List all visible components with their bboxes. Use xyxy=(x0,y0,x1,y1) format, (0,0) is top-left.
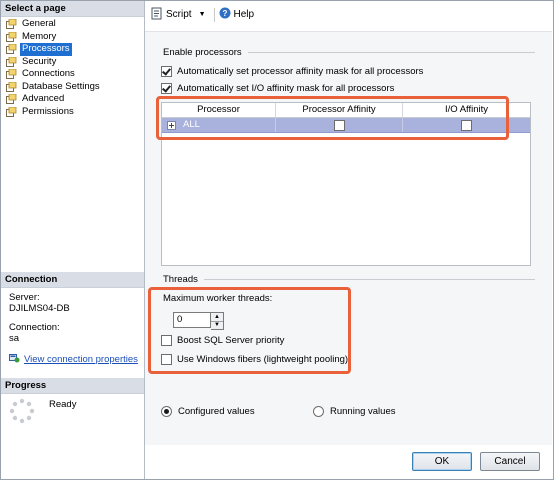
ok-button[interactable]: OK xyxy=(412,452,472,471)
page-icon xyxy=(6,44,17,55)
page-icon xyxy=(6,106,17,117)
enable-processors-title: Enable processors xyxy=(163,47,242,58)
help-icon: ? xyxy=(219,7,231,22)
toolbar: Script ▼ ? Help xyxy=(145,1,553,28)
auto-io-affinity-row[interactable]: Automatically set I/O affinity mask for … xyxy=(161,83,394,94)
page-icon xyxy=(6,19,17,30)
threads-highlight-box xyxy=(148,287,351,374)
connection-header: Connection xyxy=(1,272,144,288)
running-values-label: Running values xyxy=(330,406,396,417)
auto-io-affinity-label: Automatically set I/O affinity mask for … xyxy=(177,83,395,94)
threads-title: Threads xyxy=(163,274,198,285)
progress-header: Progress xyxy=(1,378,144,394)
running-values-radio[interactable] xyxy=(313,406,324,417)
configured-values-option[interactable]: Configured values xyxy=(161,406,255,417)
sidebar-item-label: Advanced xyxy=(22,93,65,104)
page-icon xyxy=(6,56,17,67)
script-icon xyxy=(150,7,163,23)
sidebar-item-label: Processors xyxy=(20,43,72,56)
script-button[interactable]: Script ▼ xyxy=(150,7,206,23)
configured-values-label: Configured values xyxy=(178,406,255,417)
dialog-footer: OK Cancel xyxy=(145,445,552,479)
page-icon xyxy=(6,81,17,92)
connection-info: Server: DJILMS04-DB Connection: sa View … xyxy=(9,292,143,366)
sidebar-item-label: Security xyxy=(22,55,57,67)
page-icon xyxy=(6,94,17,105)
configured-values-radio[interactable] xyxy=(161,406,172,417)
grid-highlight-box xyxy=(156,96,509,140)
auto-processor-affinity-checkbox[interactable] xyxy=(161,66,172,77)
right-pane: Script ▼ ? Help Enable processors Automa… xyxy=(145,1,553,479)
toolbar-divider xyxy=(213,7,215,22)
sidebar-item-processors[interactable]: Processors xyxy=(6,43,144,56)
sidebar-item-label: Permissions xyxy=(22,105,74,117)
sidebar-item-permissions[interactable]: Permissions xyxy=(6,106,144,119)
sidebar-item-security[interactable]: Security xyxy=(6,56,144,69)
page-icon xyxy=(6,31,17,42)
cancel-button[interactable]: Cancel xyxy=(480,452,540,471)
page-icon xyxy=(6,69,17,80)
help-button[interactable]: ? Help xyxy=(219,7,255,22)
svg-text:?: ? xyxy=(222,9,227,18)
server-properties-window: Select a page General Memory Processors Sec… xyxy=(0,0,554,480)
sidebar-item-label: Memory xyxy=(22,30,57,42)
sidebar-item-database-settings[interactable]: Database Settings xyxy=(6,81,144,94)
progress-status: Ready xyxy=(49,399,77,410)
sidebar-item-label: General xyxy=(22,18,56,29)
select-page-header: Select a page xyxy=(1,1,144,17)
view-connection-properties-link[interactable]: View connection properties xyxy=(24,354,138,365)
left-pane: Select a page General Memory Processors Sec… xyxy=(1,1,145,479)
threads-group: Threads xyxy=(163,274,535,285)
server-value: DJILMS04-DB xyxy=(9,303,70,314)
connection-value: sa xyxy=(9,333,20,344)
sidebar-item-connections[interactable]: Connections xyxy=(6,68,144,81)
sidebar-item-label: Connections xyxy=(22,68,75,79)
auto-io-affinity-checkbox[interactable] xyxy=(161,83,172,94)
server-label: Server: xyxy=(9,292,40,303)
script-label: Script xyxy=(166,9,192,20)
view-connection-properties-row[interactable]: View connection properties xyxy=(9,353,143,366)
auto-processor-affinity-label: Automatically set processor affinity mas… xyxy=(177,66,424,77)
connection-properties-icon xyxy=(9,353,20,366)
progress-info: Ready xyxy=(9,398,76,424)
enable-processors-group: Enable processors xyxy=(163,47,535,58)
script-dropdown-icon[interactable]: ▼ xyxy=(199,11,206,18)
sidebar-item-advanced[interactable]: Advanced xyxy=(6,93,144,106)
processors-page: Enable processors Automatically set proc… xyxy=(145,31,552,445)
help-label: Help xyxy=(233,9,255,20)
connection-label: Connection: xyxy=(9,322,60,333)
page-list: General Memory Processors Security Connectio… xyxy=(1,17,144,118)
progress-spinner-icon xyxy=(9,398,35,424)
sidebar-item-memory[interactable]: Memory xyxy=(6,31,144,44)
running-values-option[interactable]: Running values xyxy=(313,406,396,417)
auto-processor-affinity-row[interactable]: Automatically set processor affinity mas… xyxy=(161,66,423,77)
sidebar-item-general[interactable]: General xyxy=(6,18,144,31)
sidebar-item-label: Database Settings xyxy=(22,80,100,92)
